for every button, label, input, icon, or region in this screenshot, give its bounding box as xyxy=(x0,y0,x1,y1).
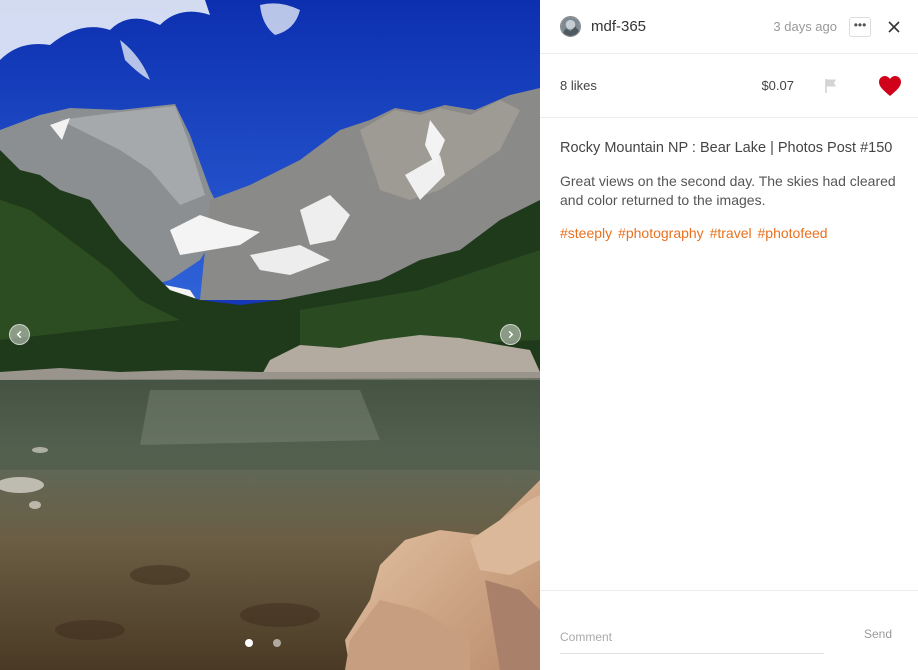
more-options-button[interactable]: ••• xyxy=(849,16,871,37)
post-photo xyxy=(0,0,540,670)
heart-icon[interactable] xyxy=(878,75,902,97)
flag-icon[interactable] xyxy=(822,77,840,95)
mountain-lake-image xyxy=(0,0,540,670)
send-button[interactable]: Send xyxy=(864,627,892,641)
carousel-next-button[interactable] xyxy=(500,324,521,345)
post-stats-bar: 8 likes $0.07 xyxy=(540,54,918,118)
tag-link[interactable]: #photography xyxy=(618,225,704,241)
comment-input[interactable] xyxy=(560,621,824,654)
post-header: mdf-365 3 days ago ••• xyxy=(540,0,918,54)
chevron-left-icon xyxy=(16,330,22,339)
post-title: Rocky Mountain NP : Bear Lake | Photos P… xyxy=(560,140,893,156)
author-username[interactable]: mdf-365 xyxy=(591,18,646,35)
carousel-prev-button[interactable] xyxy=(9,324,30,345)
comment-composer: Send xyxy=(540,590,918,670)
post-text: Great views on the second day. The skies… xyxy=(560,173,896,208)
avatar-image xyxy=(561,17,580,36)
tag-link[interactable]: #steeply xyxy=(560,225,612,241)
post-details-panel: mdf-365 3 days ago ••• 8 likes $0.07 Roc… xyxy=(540,0,918,670)
carousel-dot[interactable] xyxy=(245,639,253,647)
carousel-dots xyxy=(245,639,281,647)
likes-count[interactable]: 8 likes xyxy=(560,78,597,93)
close-icon[interactable] xyxy=(887,20,901,34)
post-body: Rocky Mountain NP : Bear Lake | Photos P… xyxy=(540,118,918,242)
avatar[interactable] xyxy=(560,16,581,37)
more-icon: ••• xyxy=(853,17,867,32)
carousel-dot[interactable] xyxy=(273,639,281,647)
post-timestamp: 3 days ago xyxy=(773,19,837,34)
payout-value: $0.07 xyxy=(761,78,794,93)
tag-link[interactable]: #travel xyxy=(710,225,752,241)
chevron-right-icon xyxy=(508,330,514,339)
post-tags: #steeply #photography #travel #photofeed xyxy=(560,224,896,242)
tag-link[interactable]: #photofeed xyxy=(758,225,828,241)
